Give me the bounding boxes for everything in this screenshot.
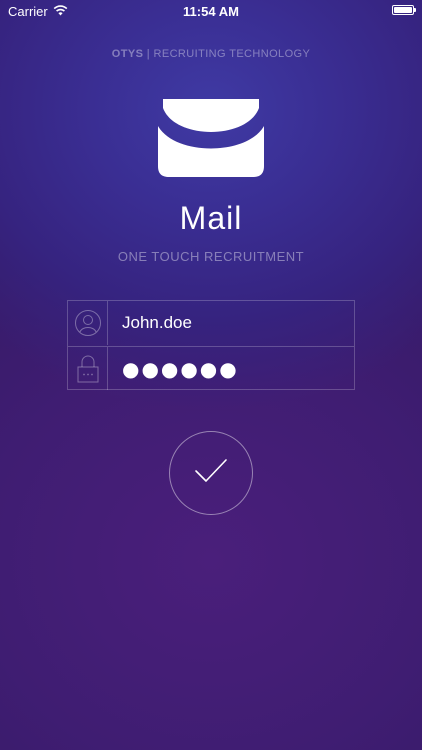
battery-fill [394, 7, 412, 13]
app-title: Mail [179, 200, 243, 236]
battery-icon [392, 5, 416, 15]
password-field[interactable]: ●●●●●● [122, 347, 239, 390]
status-time: 11:54 AM [183, 4, 239, 19]
status-bar: Carrier 11:54 AM [0, 0, 422, 22]
user-icon [68, 301, 108, 345]
brand-name: OTYS [111, 48, 144, 60]
password-row[interactable]: ●●●●●● [68, 346, 354, 390]
submit-button[interactable] [169, 431, 253, 515]
username-row[interactable]: John.doe [68, 301, 354, 345]
brand-tagline: RECRUITING TECHNOLOGY [153, 48, 311, 60]
lock-icon [68, 347, 108, 390]
login-form: John.doe ●●●●●● [67, 300, 355, 390]
checkmark-icon [193, 457, 229, 490]
app-subtitle: ONE TOUCH RECRUITMENT [117, 249, 305, 264]
username-field[interactable]: John.doe [122, 301, 192, 345]
brand-separator: | [143, 48, 154, 60]
brand-line: OTYS | RECRUITING TECHNOLOGY [0, 48, 422, 60]
mail-envelope-icon [155, 96, 267, 178]
